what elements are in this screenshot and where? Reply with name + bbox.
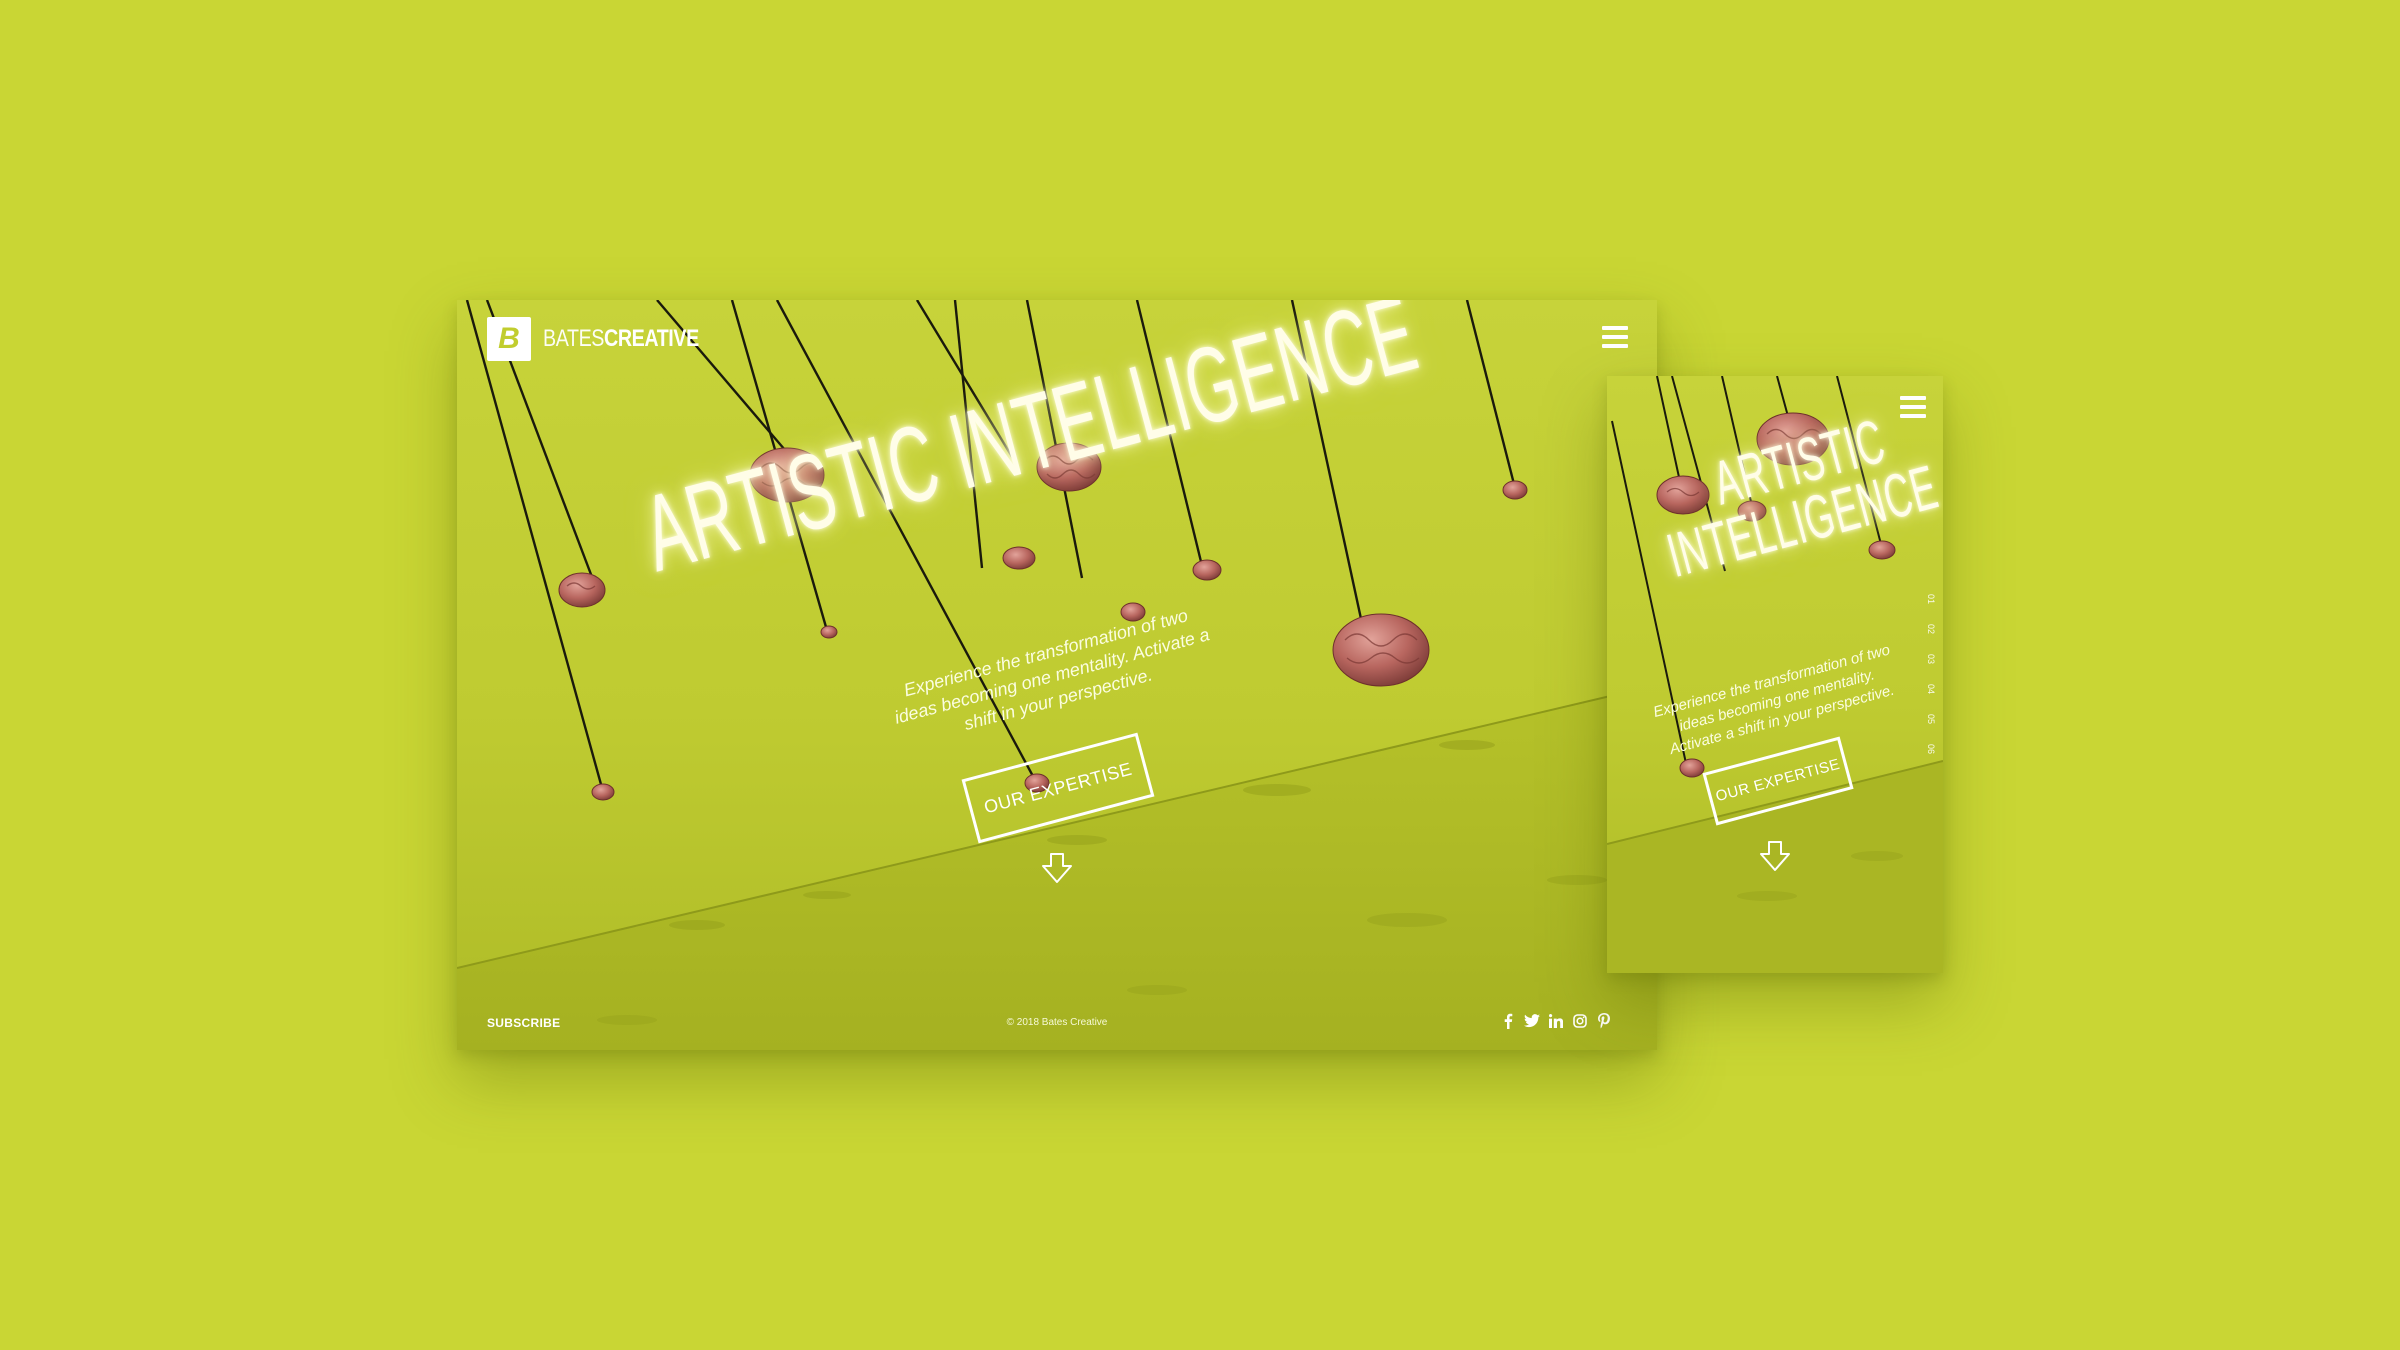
facebook-icon[interactable]: [1500, 1013, 1516, 1029]
mobile-scroll-down-arrow-icon[interactable]: [1757, 838, 1793, 874]
pager-item-06[interactable]: 06: [1920, 740, 1942, 758]
pager-item-04[interactable]: 04: [1920, 680, 1942, 698]
brand-name-part1: BATES: [543, 325, 605, 352]
section-pager: 01 02 03 04 05 06: [1922, 588, 1940, 760]
instagram-icon[interactable]: [1572, 1013, 1588, 1029]
mobile-mockup: ARTISTIC INTELLIGENCE Experience the tra…: [1607, 376, 1943, 973]
social-links: [1500, 1013, 1612, 1031]
linkedin-icon[interactable]: [1548, 1013, 1564, 1029]
brand-name-part2: CREATIVE: [604, 325, 699, 352]
pager-item-05[interactable]: 05: [1920, 710, 1942, 728]
twitter-icon[interactable]: [1524, 1013, 1540, 1029]
desktop-mockup: B BATESCREATIVE ARTISTIC INTELLIGENCE Ex…: [457, 300, 1657, 1050]
scroll-down-arrow-icon[interactable]: [1039, 850, 1075, 886]
hamburger-menu-icon[interactable]: [1602, 326, 1628, 348]
logo-letter: B: [498, 322, 520, 355]
pinterest-icon[interactable]: [1596, 1013, 1612, 1029]
brand-logo[interactable]: B: [487, 317, 531, 361]
brand-name[interactable]: BATESCREATIVE: [543, 324, 699, 354]
pager-item-01[interactable]: 01: [1920, 590, 1942, 608]
subscribe-link[interactable]: SUBSCRIBE: [487, 1016, 560, 1030]
pager-item-03[interactable]: 03: [1920, 650, 1942, 668]
pager-item-02[interactable]: 02: [1920, 620, 1942, 638]
copyright-text: © 2018 Bates Creative: [1006, 1017, 1108, 1028]
